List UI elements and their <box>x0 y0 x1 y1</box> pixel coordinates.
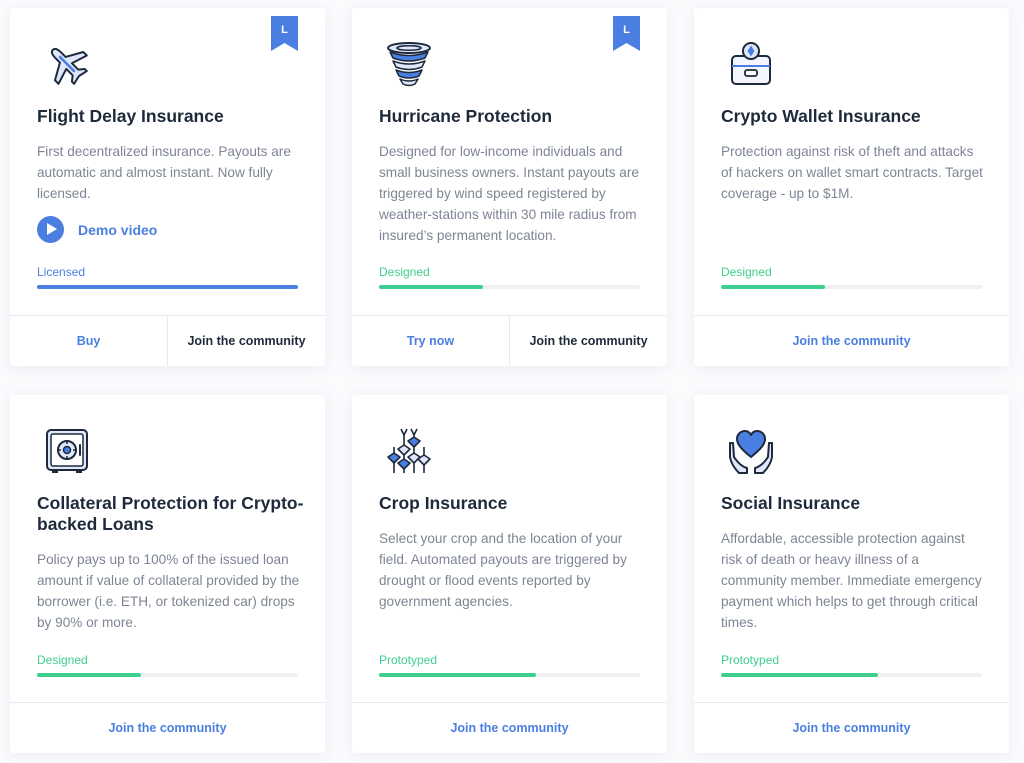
card-actions: Join the community <box>694 702 1009 753</box>
card-actions: Buy Join the community <box>10 315 325 366</box>
progress-fill <box>37 285 298 289</box>
product-card-crop-insurance: Crop Insurance Select your crop and the … <box>352 395 667 753</box>
card-description: Select your crop and the location of you… <box>379 531 627 609</box>
crypto-wallet-icon <box>727 40 775 88</box>
status-label: Designed <box>721 265 772 279</box>
progress-track <box>721 673 982 677</box>
status-label: Prototyped <box>721 653 780 667</box>
safe-icon <box>43 427 91 475</box>
progress-track <box>379 673 640 677</box>
demo-video-link[interactable]: Demo video <box>37 216 157 243</box>
progress-track <box>379 285 640 289</box>
card-description: Affordable, accessible protection agains… <box>721 531 982 630</box>
card-title: Collateral Protection for Crypto-backed … <box>37 493 304 534</box>
status-label: Designed <box>37 653 88 667</box>
product-card-crypto-wallet: Crypto Wallet Insurance Protection again… <box>694 8 1009 366</box>
progress-track <box>37 673 298 677</box>
progress-track <box>37 285 298 289</box>
progress-fill <box>37 673 142 677</box>
product-card-hurricane: L Hurricane Protection Designed for low-… <box>352 8 667 366</box>
demo-video-label[interactable]: Demo video <box>78 222 157 238</box>
progress-fill <box>721 673 878 677</box>
try-now-button[interactable]: Try now <box>352 316 509 366</box>
heart-hands-icon <box>727 427 775 475</box>
licensed-badge: L <box>613 16 640 51</box>
status-label: Licensed <box>37 265 86 279</box>
card-description: Designed for low-income individuals and … <box>379 144 639 243</box>
card-actions: Join the community <box>352 702 667 753</box>
card-description: First decentralized insurance. Payouts a… <box>37 144 291 201</box>
join-community-button[interactable]: Join the community <box>167 316 325 366</box>
status-label: Prototyped <box>379 653 438 667</box>
progress-fill <box>721 285 826 289</box>
product-card-flight-delay: L Flight Delay Insurance First decentral… <box>10 8 325 366</box>
card-description: Policy pays up to 100% of the issued loa… <box>37 552 300 630</box>
join-community-button[interactable]: Join the community <box>10 703 325 753</box>
progress-track <box>721 285 982 289</box>
card-title: Social Insurance <box>721 493 861 513</box>
card-description: Protection against risk of theft and att… <box>721 144 983 201</box>
card-title: Hurricane Protection <box>379 106 553 126</box>
licensed-badge: L <box>271 16 298 51</box>
join-community-button[interactable]: Join the community <box>352 703 667 753</box>
card-title: Crop Insurance <box>379 493 508 513</box>
card-title: Flight Delay Insurance <box>37 106 224 126</box>
buy-button[interactable]: Buy <box>10 316 167 366</box>
join-community-button[interactable]: Join the community <box>694 703 1009 753</box>
product-card-social-insurance: Social Insurance Affordable, accessible … <box>694 395 1009 753</box>
progress-fill <box>379 285 484 289</box>
join-community-button[interactable]: Join the community <box>694 316 1009 366</box>
card-title: Crypto Wallet Insurance <box>721 106 921 126</box>
product-card-collateral-protection: Collateral Protection for Crypto-backed … <box>10 395 325 753</box>
status-label: Designed <box>379 265 430 279</box>
airplane-icon <box>43 40 91 88</box>
play-icon[interactable] <box>37 216 64 243</box>
join-community-button[interactable]: Join the community <box>509 316 667 366</box>
progress-fill <box>379 673 536 677</box>
card-actions: Join the community <box>694 315 1009 366</box>
card-actions: Join the community <box>10 702 325 753</box>
card-actions: Try now Join the community <box>352 315 667 366</box>
wheat-icon <box>385 427 433 475</box>
tornado-icon <box>385 40 433 88</box>
